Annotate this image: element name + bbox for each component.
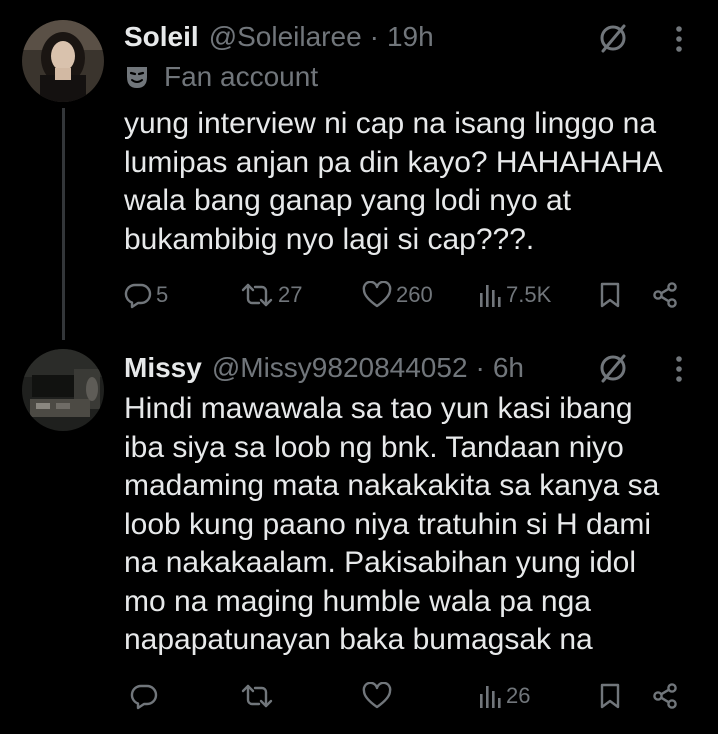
share-icon <box>653 683 677 709</box>
text-line: wala bang ganap yang lodi nyo at <box>124 184 572 217</box>
separator-dot: · <box>475 352 485 383</box>
like-button[interactable]: 260 <box>362 281 433 309</box>
bookmark-icon <box>600 683 620 709</box>
repost-icon <box>241 283 273 307</box>
bookmark-button[interactable] <box>598 682 622 710</box>
like-count: 260 <box>396 282 433 307</box>
tweet-missy[interactable]: Missy @Missy9820844052 · 6h Hindi mawawa… <box>0 340 718 734</box>
text-line: lumipas anjan pa din kayo? HAHAHAHA <box>124 145 663 179</box>
tweet-text: yung interview ni cap na isang linggo na… <box>124 105 704 259</box>
user-handle[interactable]: @Soleilaree <box>209 21 362 53</box>
reply-button[interactable] <box>130 682 162 710</box>
bookmark-button[interactable] <box>598 281 622 309</box>
more-options-icon[interactable] <box>674 354 684 389</box>
views-button[interactable]: 26 <box>478 682 530 710</box>
text-line: bukambibig nyo lagi si cap???. <box>124 222 535 256</box>
views-button[interactable]: 7.5K <box>478 281 551 309</box>
reply-icon <box>124 283 152 309</box>
heart-icon <box>362 281 392 308</box>
timestamp[interactable]: 6h <box>493 352 524 384</box>
repost-button[interactable]: 27 <box>240 281 302 309</box>
repost-button[interactable] <box>240 682 278 710</box>
text-line: yung interview ni cap na isang linggo na <box>124 107 657 140</box>
bookmark-icon <box>600 282 620 308</box>
tweet-soleil[interactable]: Soleil @Soleilaree · 19h Fan account yun… <box>0 0 718 340</box>
reply-count: 5 <box>156 282 169 307</box>
reply-button[interactable]: 5 <box>124 281 168 309</box>
like-button[interactable] <box>362 682 396 710</box>
views-count: 7.5K <box>506 282 552 307</box>
separator-dot: · <box>369 21 379 52</box>
user-handle[interactable]: @Missy9820844052 <box>212 352 468 384</box>
views-icon <box>480 686 501 708</box>
text-line: Hindi mawawala sa tao yun kasi ibang <box>124 392 633 425</box>
text-line: mo na maging humble wala pa nga <box>124 584 591 618</box>
fan-account-text: Fan account <box>164 61 319 92</box>
repost-icon <box>241 684 273 708</box>
grok-icon[interactable] <box>597 352 629 389</box>
text-line: madaming mata nakakakita sa kanya sa <box>124 469 660 502</box>
share-button[interactable] <box>651 682 679 710</box>
avatar-missy[interactable] <box>22 349 104 431</box>
views-count: 26 <box>506 683 531 708</box>
action-bar: 5 27 260 7.5K <box>0 277 718 317</box>
text-line: loob kung paano niya tratuhin si H dami <box>124 507 651 541</box>
repost-count: 27 <box>278 282 303 307</box>
timestamp[interactable]: 19h <box>387 21 434 53</box>
theater-mask-icon <box>124 64 150 90</box>
reply-icon <box>130 684 158 710</box>
text-line: napapatunayan baka bumagsak na <box>124 623 593 656</box>
action-bar: 26 <box>0 678 718 718</box>
share-icon <box>653 282 677 308</box>
display-name[interactable]: Missy <box>124 352 202 384</box>
display-name[interactable]: Soleil <box>124 21 199 53</box>
views-icon <box>480 285 501 307</box>
tweet-header: Soleil @Soleilaree · 19h <box>124 19 434 55</box>
avatar-soleil[interactable] <box>22 20 104 102</box>
text-line: na nakakaalam. Pakisabihan yung idol <box>124 546 637 579</box>
text-line: iba siya sa loob ng bnk. Tandaan niyo <box>124 430 624 464</box>
tweet-header: Missy @Missy9820844052 · 6h <box>124 350 524 386</box>
more-options-icon[interactable] <box>674 24 684 59</box>
tweet-text: Hindi mawawala sa tao yun kasi ibang iba… <box>124 390 704 660</box>
share-button[interactable] <box>651 281 679 309</box>
heart-icon <box>362 682 392 709</box>
grok-icon[interactable] <box>597 22 629 59</box>
fan-account-label: Fan account <box>124 60 318 94</box>
